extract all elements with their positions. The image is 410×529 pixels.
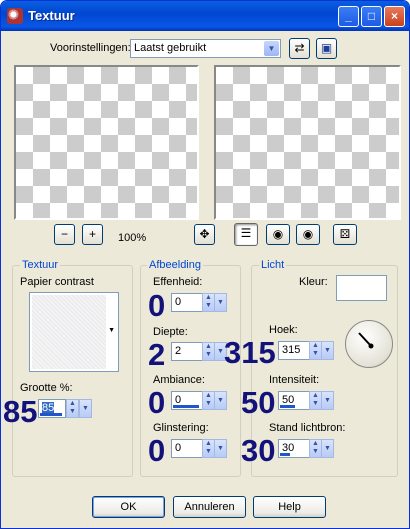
angle-dial-needle <box>358 332 374 349</box>
intensity-input[interactable]: 50 <box>278 391 310 410</box>
ambience-overlay-number: 0 <box>148 385 166 420</box>
zoom-in-button[interactable]: + <box>82 224 103 245</box>
size-input[interactable]: 85 <box>38 399 66 418</box>
eye-arrow-icon: ◉ <box>272 227 284 241</box>
angle-overlay-number: 315 <box>224 335 276 370</box>
pan-button[interactable]: ✥ <box>194 224 215 245</box>
texture-swatch-dropdown[interactable]: ▼ <box>29 292 119 372</box>
image-group-title: Afbeelding <box>147 259 203 271</box>
save-preset-button[interactable]: ▣ <box>316 38 337 59</box>
depth-input[interactable]: 2 <box>171 342 203 361</box>
depth-overlay-number: 2 <box>148 337 166 372</box>
intensity-dropdown-button[interactable]: ▼ <box>321 391 334 410</box>
zoom-out-icon: − <box>60 227 68 241</box>
ambience-spinner[interactable]: 0 ▲ ▼ ▼ <box>171 391 227 410</box>
size-updown[interactable]: ▲ ▼ <box>66 399 79 418</box>
texture-group-title: Textuur <box>20 259 61 271</box>
help-button[interactable]: Help <box>253 496 326 518</box>
zoom-out-button[interactable]: − <box>54 224 75 245</box>
angle-dropdown-button[interactable]: ▼ <box>321 341 334 360</box>
move-arrows-icon: ✥ <box>199 227 210 241</box>
angle-dial[interactable] <box>345 320 393 368</box>
randomize-button[interactable]: ⚄ <box>333 224 357 245</box>
ambience-slider-bar[interactable] <box>173 405 199 408</box>
toggle-preview-button[interactable]: ☰ <box>234 223 258 246</box>
zoom-in-icon: + <box>88 227 96 241</box>
intensity-slider-bar[interactable] <box>280 405 295 408</box>
zoom-level: 100% <box>118 232 147 244</box>
minimize-button[interactable]: _ <box>338 6 359 27</box>
chevron-down-icon: ▼ <box>264 41 279 56</box>
maximize-button[interactable]: □ <box>361 6 382 27</box>
list-icon: ☰ <box>240 226 252 240</box>
source-preview[interactable] <box>14 65 199 220</box>
size-slider-bar[interactable] <box>40 413 62 416</box>
intensity-overlay-number: 50 <box>241 385 276 420</box>
angle-value: 315 <box>282 344 301 356</box>
gloss-overlay-number: 0 <box>148 433 166 468</box>
presets-label: Voorinstellingen: <box>50 42 131 54</box>
proof-button[interactable]: ◉ <box>266 224 290 245</box>
gloss-dropdown-button[interactable]: ▼ <box>214 439 227 458</box>
elevation-spinner[interactable]: 30 ▲ ▼ ▼ <box>278 439 334 458</box>
title-bar: Textuur _ □ × <box>1 1 409 31</box>
intensity-spinner[interactable]: 50 ▲ ▼ ▼ <box>278 391 334 410</box>
window-title: Textuur <box>28 8 75 23</box>
ok-button[interactable]: OK <box>92 496 165 518</box>
gloss-spinner[interactable]: 0 ▲ ▼ ▼ <box>171 439 227 458</box>
ambience-dropdown-button[interactable]: ▼ <box>214 391 227 410</box>
elevation-dropdown-button[interactable]: ▼ <box>321 439 334 458</box>
gloss-input[interactable]: 0 <box>171 439 203 458</box>
result-preview[interactable] <box>214 65 401 220</box>
texture-name: Papier contrast <box>20 276 94 288</box>
size-label: Grootte %: <box>20 382 73 394</box>
angle-input[interactable]: 315 <box>278 341 310 360</box>
smoothness-dropdown-button[interactable]: ▼ <box>214 293 227 312</box>
light-group-title: Licht <box>259 259 287 271</box>
angle-spinner[interactable]: 315 ▲ ▼ ▼ <box>278 341 334 360</box>
app-icon <box>7 8 23 24</box>
cancel-button[interactable]: Annuleren <box>173 496 246 518</box>
close-button[interactable]: × <box>384 6 405 27</box>
size-overlay-number: 85 <box>3 394 38 429</box>
depth-spinner[interactable]: 2 ▲ ▼ ▼ <box>171 342 227 361</box>
elevation-input[interactable]: 30 <box>278 439 310 458</box>
smoothness-overlay-number: 0 <box>148 288 166 323</box>
size-spinner[interactable]: 85 ▲ ▼ ▼ <box>38 399 94 418</box>
ambience-input[interactable]: 0 <box>171 391 203 410</box>
auto-proof-button[interactable]: ◉ <box>296 224 320 245</box>
smoothness-input[interactable]: 0 <box>171 293 203 312</box>
light-color-swatch[interactable] <box>336 275 387 301</box>
texture-swatch <box>32 295 106 369</box>
floppy-disk-icon: ▣ <box>320 41 333 55</box>
depth-value: 2 <box>175 345 182 357</box>
smoothness-value: 0 <box>175 296 182 308</box>
presets-dropdown[interactable]: Laatst gebruikt ▼ <box>130 39 281 58</box>
elevation-slider-bar[interactable] <box>280 453 290 456</box>
eye-icon: ◉ <box>302 227 314 241</box>
intensity-label: Intensiteit: <box>269 374 320 386</box>
presets-value: Laatst gebruikt <box>134 42 207 54</box>
texture-dialog: Textuur _ □ × Voorinstellingen: Laatst g… <box>0 0 410 529</box>
elevation-overlay-number: 30 <box>241 433 276 468</box>
reset-arrows-icon: ⇄ <box>294 41 305 55</box>
gloss-value: 0 <box>175 442 182 454</box>
smoothness-spinner[interactable]: 0 ▲ ▼ ▼ <box>171 293 227 312</box>
size-dropdown-button[interactable]: ▼ <box>79 399 92 418</box>
reset-preset-button[interactable]: ⇄ <box>289 38 310 59</box>
dice-icon: ⚄ <box>339 227 351 241</box>
elevation-label: Stand lichtbron: <box>269 422 346 434</box>
light-color-label: Kleur: <box>299 276 328 288</box>
swatch-arrow-icon: ▼ <box>108 327 115 334</box>
smoothness-label: Effenheid: <box>153 276 203 288</box>
